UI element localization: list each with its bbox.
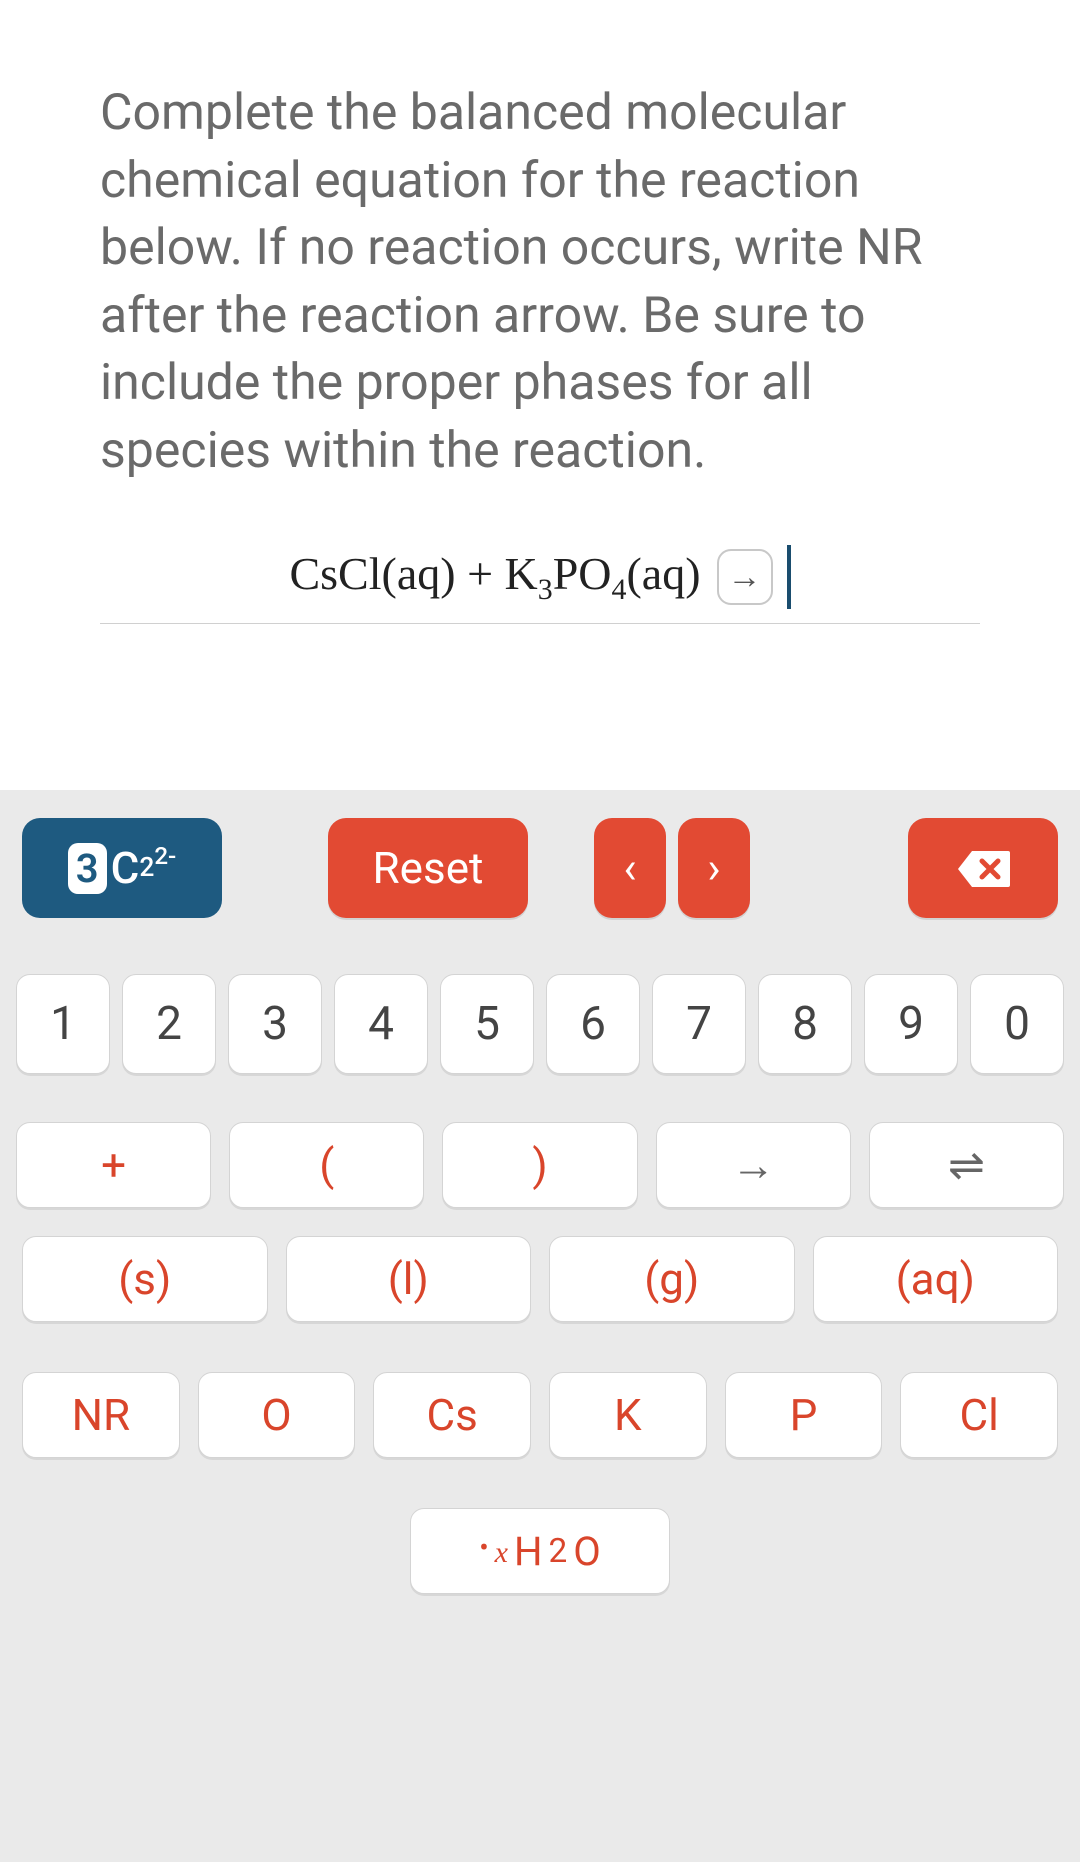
question-area: Complete the balanced molecular chemical…: [0, 0, 1080, 624]
question-text: Complete the balanced molecular chemical…: [100, 80, 980, 485]
kb-hydrate-row: • x H2O: [10, 1508, 1070, 1594]
cursor-right-button[interactable]: ›: [678, 818, 750, 918]
digit-3-key[interactable]: 3: [228, 974, 322, 1074]
cursor-left-button[interactable]: ‹: [594, 818, 666, 918]
rparen-key[interactable]: ): [442, 1122, 637, 1208]
phase-g-key[interactable]: (g): [549, 1236, 795, 1322]
digit-9-key[interactable]: 9: [864, 974, 958, 1074]
phase-l-key[interactable]: (l): [286, 1236, 532, 1322]
element-cs-key[interactable]: Cs: [373, 1372, 531, 1458]
digit-4-key[interactable]: 4: [334, 974, 428, 1074]
kb-symbol-row: + ( ) → ⇌: [10, 1122, 1070, 1208]
lparen-key[interactable]: (: [229, 1122, 424, 1208]
arrow-key[interactable]: →: [656, 1122, 851, 1208]
element-cl-key[interactable]: Cl: [900, 1372, 1058, 1458]
digit-2-key[interactable]: 2: [122, 974, 216, 1074]
text-cursor: [787, 545, 791, 609]
digit-8-key[interactable]: 8: [758, 974, 852, 1074]
equation-reactants: CsCl(aq) + K3PO4(aq): [289, 547, 700, 607]
reset-button[interactable]: Reset: [328, 818, 528, 918]
kb-phase-row: (s)(l)(g)(aq): [10, 1236, 1070, 1322]
backspace-button[interactable]: [908, 818, 1058, 918]
digit-5-key[interactable]: 5: [440, 974, 534, 1074]
chemistry-keyboard: 3C22- Reset ‹ › 1234567890 + ( ) → ⇌ (s)…: [0, 790, 1080, 1862]
equilibrium-key[interactable]: ⇌: [869, 1122, 1064, 1208]
digit-1-key[interactable]: 1: [16, 974, 110, 1074]
phase-aq-key[interactable]: (aq): [813, 1236, 1059, 1322]
hydrate-key[interactable]: • x H2O: [410, 1508, 670, 1594]
kb-element-row: NROCsKPCl: [10, 1372, 1070, 1458]
phase-s-key[interactable]: (s): [22, 1236, 268, 1322]
element-k-key[interactable]: K: [549, 1372, 707, 1458]
element-o-key[interactable]: O: [198, 1372, 356, 1458]
format-mode-chip[interactable]: 3C22-: [22, 818, 222, 918]
element-nr-key[interactable]: NR: [22, 1372, 180, 1458]
kb-top-row: 3C22- Reset ‹ ›: [10, 818, 1070, 918]
digit-6-key[interactable]: 6: [546, 974, 640, 1074]
plus-key[interactable]: +: [16, 1122, 211, 1208]
kb-number-row: 1234567890: [10, 974, 1070, 1074]
digit-0-key[interactable]: 0: [970, 974, 1064, 1074]
element-p-key[interactable]: P: [725, 1372, 883, 1458]
equation-input-row[interactable]: CsCl(aq) + K3PO4(aq) →: [100, 545, 980, 624]
nav-group: ‹ ›: [594, 818, 750, 918]
arrow-chip[interactable]: →: [717, 549, 773, 605]
backspace-icon: [956, 848, 1010, 888]
digit-7-key[interactable]: 7: [652, 974, 746, 1074]
